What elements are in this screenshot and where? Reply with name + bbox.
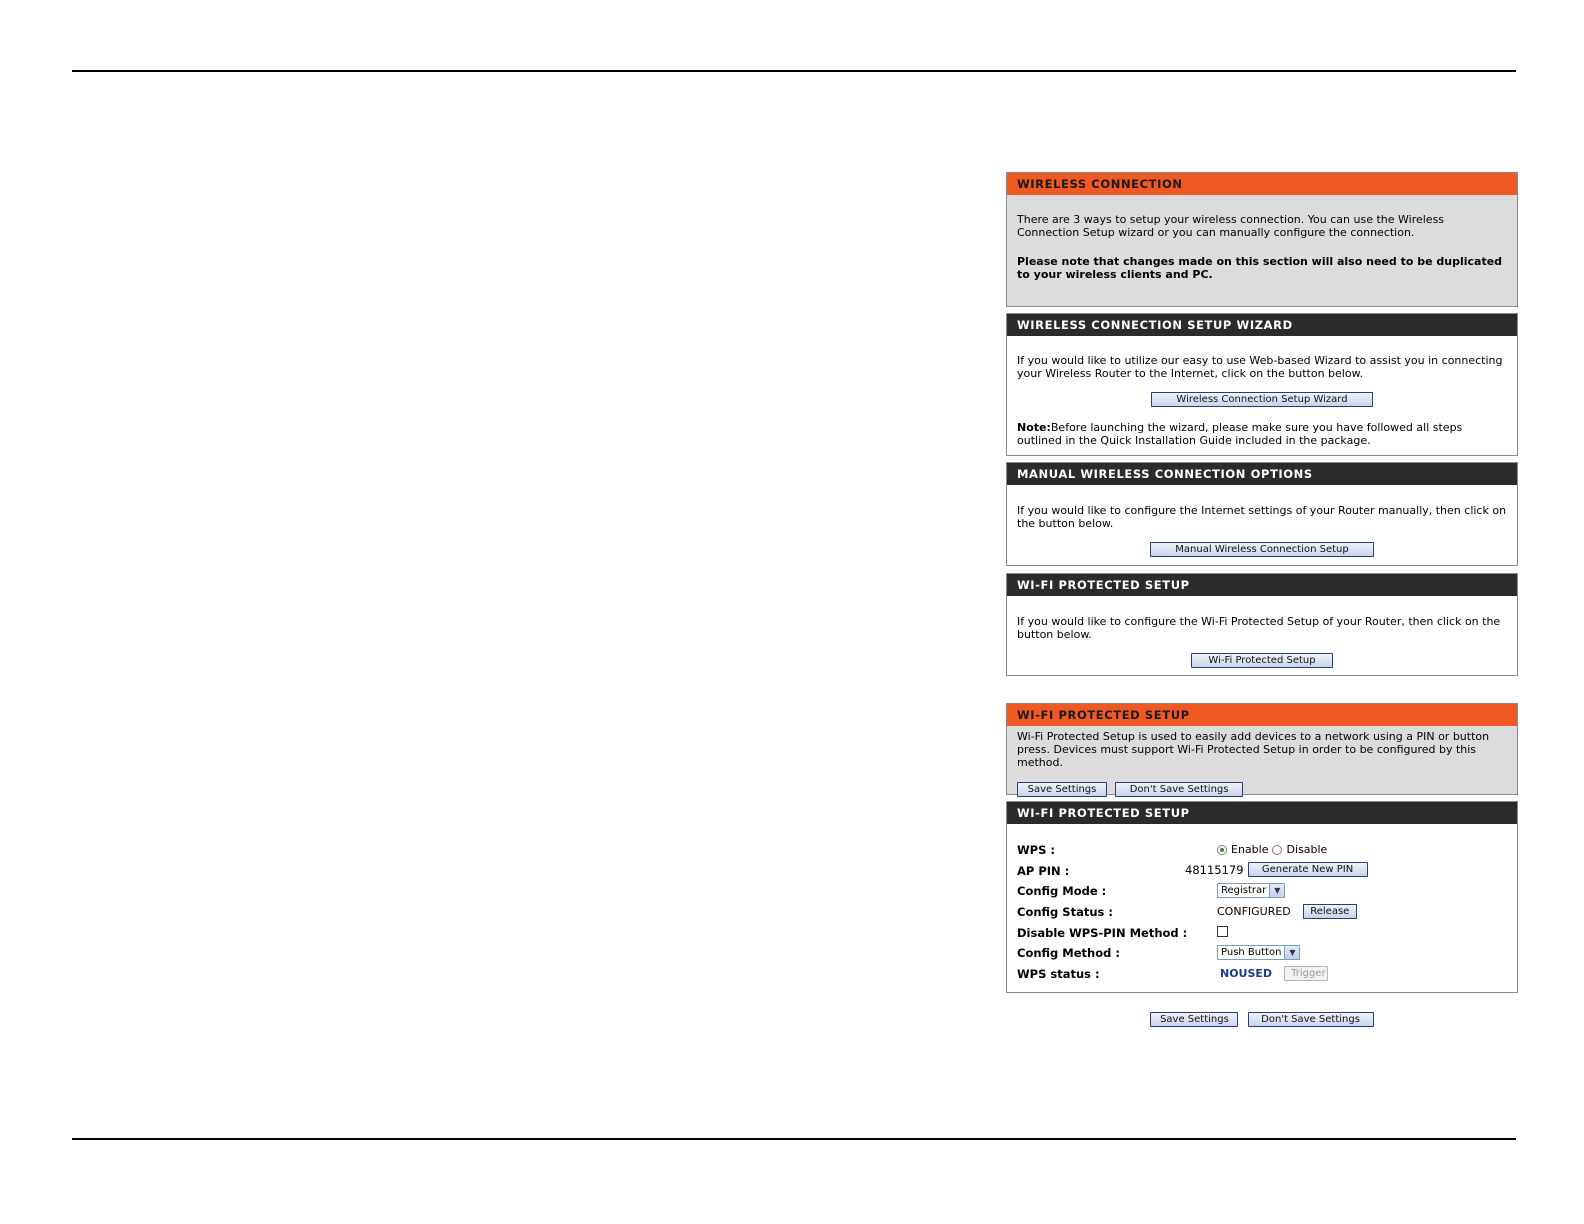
- wps-status-label: WPS status :: [1017, 967, 1100, 981]
- panel-title: WIRELESS CONNECTION: [1007, 173, 1517, 195]
- wps-intro-text: Wi-Fi Protected Setup is used to easily …: [1017, 730, 1490, 769]
- note-label: Note:: [1017, 421, 1051, 434]
- config-method-label: Config Method :: [1017, 946, 1120, 960]
- ap-pin-value: 48115179: [1185, 862, 1244, 877]
- manual-text: If you would like to configure the Inter…: [1017, 504, 1507, 530]
- config-mode-value: Registrar: [1221, 885, 1267, 896]
- enable-label: Enable: [1231, 843, 1269, 856]
- panel-title: WI-FI PROTECTED SETUP: [1007, 574, 1517, 596]
- ap-pin-label: AP PIN :: [1017, 864, 1070, 878]
- wps-status-value: NOUSED: [1220, 967, 1273, 980]
- config-method-value: Push Button: [1221, 947, 1282, 958]
- wizard-text: If you would like to utilize our easy to…: [1017, 354, 1503, 380]
- panel-title: WI-FI PROTECTED SETUP: [1007, 704, 1517, 726]
- dont-save-settings-button[interactable]: Don't Save Settings: [1115, 782, 1244, 797]
- wps-label: WPS :: [1017, 843, 1055, 857]
- footer-button-bar: Save Settings Don't Save Settings: [1006, 1007, 1518, 1027]
- wifi-protected-panel: WI-FI PROTECTED SETUP If you would like …: [1006, 573, 1518, 676]
- top-rule: [72, 70, 1516, 72]
- config-status-value: CONFIGURED: [1217, 905, 1291, 918]
- chevron-down-icon: ▼: [1284, 946, 1300, 959]
- disable-label: Disable: [1286, 843, 1328, 856]
- trigger-button[interactable]: Trigger: [1284, 966, 1329, 981]
- config-mode-label: Config Mode :: [1017, 884, 1107, 898]
- panel-title: WIRELESS CONNECTION SETUP WIZARD: [1007, 314, 1517, 336]
- config-mode-select[interactable]: Registrar ▼: [1217, 883, 1286, 898]
- save-settings-button[interactable]: Save Settings: [1017, 782, 1107, 797]
- wps-settings-panel: WI-FI PROTECTED SETUP WPS : Enable Disab…: [1006, 801, 1518, 993]
- bottom-rule: [72, 1138, 1516, 1140]
- footer-dont-save-settings-button[interactable]: Don't Save Settings: [1247, 1012, 1374, 1027]
- manual-options-panel: MANUAL WIRELESS CONNECTION OPTIONS If yo…: [1006, 462, 1518, 566]
- setup-wizard-panel: WIRELESS CONNECTION SETUP WIZARD If you …: [1006, 313, 1518, 456]
- panel-title: WI-FI PROTECTED SETUP: [1007, 802, 1517, 824]
- wps-radio-group: Enable Disable: [1217, 843, 1327, 856]
- wps-disable-radio[interactable]: [1272, 844, 1283, 855]
- footer-save-settings-button[interactable]: Save Settings: [1150, 1012, 1239, 1027]
- wizard-note: Note:Before launching the wizard, please…: [1007, 421, 1517, 447]
- wireless-setup-wizard-button[interactable]: Wireless Connection Setup Wizard: [1151, 392, 1373, 407]
- panel-title: MANUAL WIRELESS CONNECTION OPTIONS: [1007, 463, 1517, 485]
- wifi-protected-setup-button[interactable]: Wi-Fi Protected Setup: [1191, 653, 1333, 668]
- disable-wps-pin-checkbox[interactable]: [1217, 926, 1228, 937]
- wps-panel-text: If you would like to configure the Wi-Fi…: [1017, 615, 1501, 641]
- release-button[interactable]: Release: [1302, 904, 1357, 919]
- note-body: Before launching the wizard, please make…: [1017, 421, 1463, 447]
- manual-setup-button[interactable]: Manual Wireless Connection Setup: [1150, 542, 1374, 557]
- generate-new-pin-button[interactable]: Generate New PIN: [1247, 862, 1368, 877]
- wireless-connection-panel: WIRELESS CONNECTION There are 3 ways to …: [1006, 172, 1518, 307]
- config-status-label: Config Status :: [1017, 905, 1113, 919]
- note-text: Please note that changes made on this se…: [1017, 255, 1503, 281]
- disable-wps-pin-label: Disable WPS-PIN Method :: [1017, 926, 1188, 940]
- intro-text: There are 3 ways to setup your wireless …: [1017, 213, 1445, 239]
- wps-intro-panel: WI-FI PROTECTED SETUP Wi-Fi Protected Se…: [1006, 703, 1518, 797]
- chevron-down-icon: ▼: [1269, 884, 1285, 897]
- wps-enable-radio[interactable]: [1217, 844, 1227, 855]
- config-method-select[interactable]: Push Button ▼: [1217, 945, 1301, 960]
